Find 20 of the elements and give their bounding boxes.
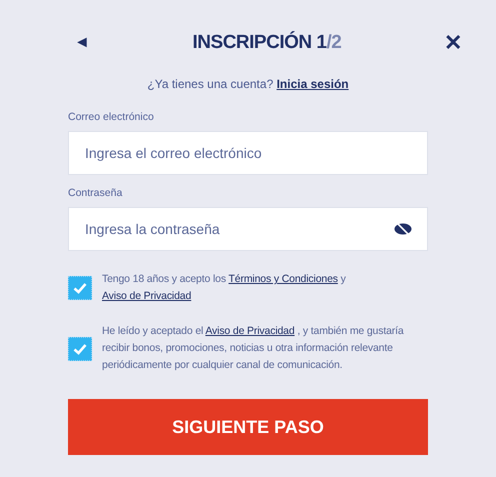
back-button[interactable]: ◄ [74, 34, 90, 52]
field-label: Contraseña [68, 187, 124, 199]
consent-link[interactable]: Aviso de Privacidad [205, 325, 295, 337]
check-icon [73, 282, 87, 294]
hidden-eye-icon[interactable] [394, 222, 412, 236]
close-button[interactable]: ✕ [444, 30, 462, 56]
page-title: INSCRIPCIÓN 1/2 [192, 32, 342, 54]
login-link[interactable]: Inicia sesión [276, 77, 349, 91]
email-field[interactable]: Ingresa el correo electrónico [68, 131, 428, 175]
consent-link[interactable]: Términos y Condiciones [228, 273, 338, 285]
field-label: Correo electrónico [68, 111, 155, 123]
consent-link[interactable]: Aviso de Privacidad [102, 290, 192, 302]
login-prompt: ¿Ya tienes una cuenta? Inicia sesión [146, 77, 350, 91]
password-field[interactable]: Ingresa la contraseña [68, 207, 428, 251]
consent-text: He leído y aceptado el Aviso de Privacidad , y también me gustaría recibir bonos, promociones, noticias u otra información relevante periódicamente por cualquier canal de comunicación. [102, 324, 405, 373]
checkbox[interactable] [68, 276, 92, 300]
next-step-button[interactable]: SIGUIENTE PASO [68, 399, 428, 455]
checkbox[interactable] [68, 336, 92, 360]
check-icon [73, 342, 87, 354]
consent-text: Tengo 18 años y acepto los Términos y Condiciones y Aviso de Privacidad [102, 272, 347, 304]
